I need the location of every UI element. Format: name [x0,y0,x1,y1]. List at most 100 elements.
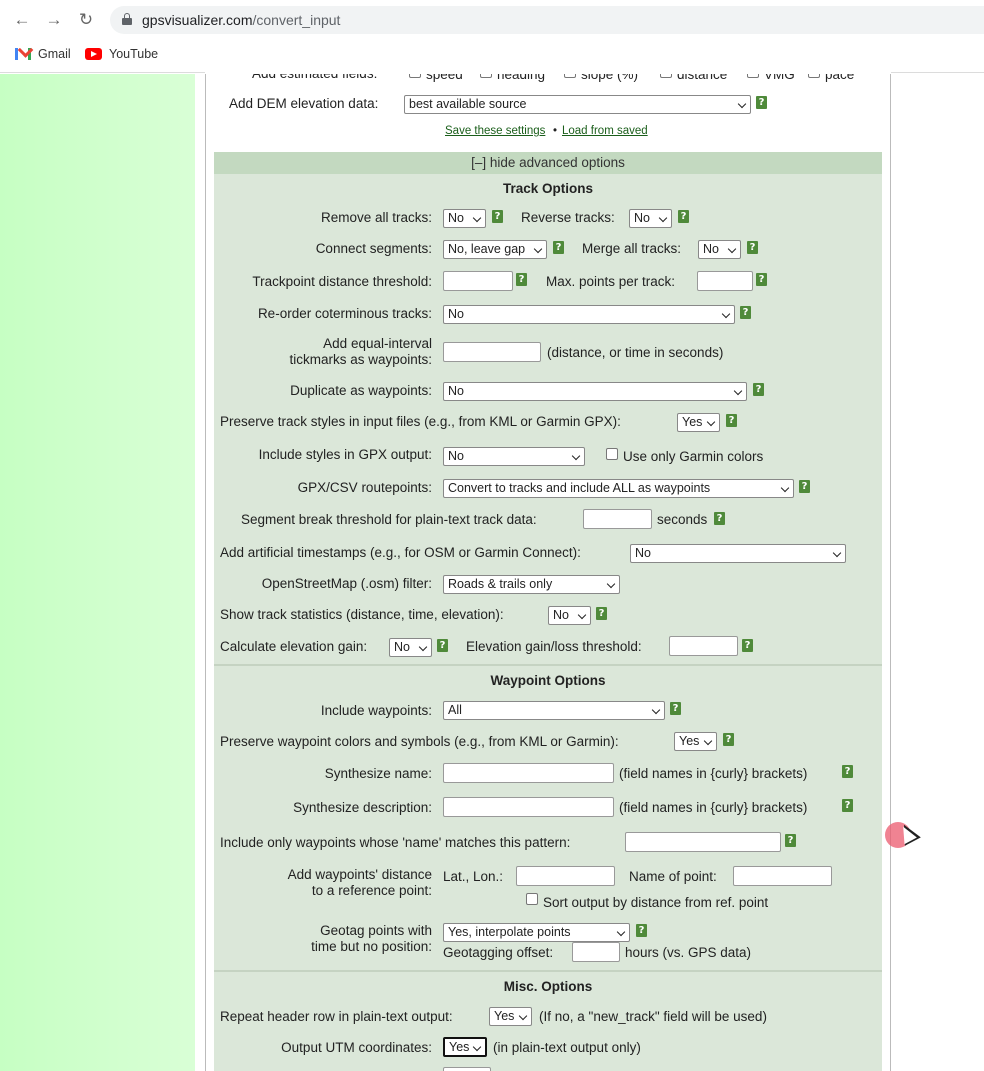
segment-break-input[interactable] [583,509,652,529]
reference-point-label-line2: to a reference point: [311,883,432,898]
geotagging-offset-unit: hours (vs. GPS data) [625,945,752,960]
name-pattern-help-icon[interactable]: ? [785,834,796,847]
routepoints-label: GPX/CSV routepoints: [297,480,432,495]
page-gutter [195,74,205,1071]
repeat-header-select[interactable]: Yes [489,1007,532,1026]
synthesize-description-note: (field names in {curly} brackets) [619,800,808,815]
max-points-input[interactable] [697,271,753,291]
save-settings-link[interactable]: Save these settings [445,125,545,137]
hide-advanced-toggle[interactable]: [–] hide advanced options [214,152,882,174]
tickmarks-label: Add equal-interval tickmarks as waypoint… [250,336,432,368]
repeat-header-note: (If no, a "new_track" field will be used… [539,1009,767,1024]
duplicate-waypoints-select[interactable]: No [443,382,747,401]
back-arrow-icon[interactable]: ← [11,9,33,31]
utm-coordinates-select[interactable]: Yes [443,1037,487,1057]
duplicate-waypoints-help-icon[interactable]: ? [753,383,764,396]
remove-tracks-help-icon[interactable]: ? [492,210,503,223]
include-waypoints-help-icon[interactable]: ? [670,702,681,715]
elevation-threshold-help-icon[interactable]: ? [742,639,753,652]
preserve-waypoint-colors-select[interactable]: Yes [674,732,717,751]
distance-threshold-help-icon[interactable]: ? [516,273,527,286]
include-waypoints-select[interactable]: All [443,701,665,720]
osm-filter-label: OpenStreetMap (.osm) filter: [261,576,432,591]
reverse-tracks-select[interactable]: No [629,209,672,228]
bookmark-gmail[interactable]: Gmail [15,44,71,64]
distance-threshold-label: Trackpoint distance threshold: [252,274,432,289]
link-separator: • [553,125,558,137]
max-points-label: Max. points per track: [546,274,676,289]
synthesize-name-label: Synthesize name: [324,766,432,781]
address-bar[interactable]: gpsvisualizer.com/convert_input [110,6,984,34]
waypoint-options-title: Waypoint Options [490,673,606,688]
timestamps-label: Add artificial timestamps (e.g., for OSM… [220,545,581,560]
track-statistics-help-icon[interactable]: ? [596,607,607,620]
connect-segments-help-icon[interactable]: ? [553,241,564,254]
reorder-tracks-select[interactable]: No [443,305,735,324]
include-waypoints-label: Include waypoints: [320,703,432,718]
next-row-input[interactable] [443,1067,491,1071]
remove-tracks-select[interactable]: No [443,209,486,228]
latlon-input[interactable] [516,866,615,886]
point-name-label: Name of point: [629,869,717,884]
bookmark-label: YouTube [109,47,159,61]
name-pattern-label: Include only waypoints whose 'name' matc… [220,835,571,850]
timestamps-select[interactable]: No [630,544,846,563]
dem-help-icon[interactable]: ? [756,96,767,109]
elevation-gain-help-icon[interactable]: ? [437,639,448,652]
preserve-waypoint-colors-help-icon[interactable]: ? [723,733,734,746]
preserve-track-styles-select[interactable]: Yes [677,413,720,432]
distance-threshold-input[interactable] [443,271,513,291]
reverse-tracks-help-icon[interactable]: ? [678,210,689,223]
track-statistics-select[interactable]: No [548,606,591,625]
geotagging-offset-label: Geotagging offset: [443,945,554,960]
elevation-gain-label: Calculate elevation gain: [220,639,368,654]
dem-label: Add DEM elevation data: [229,96,379,111]
connect-segments-select[interactable]: No, leave gap [443,240,547,259]
routepoints-select[interactable]: Convert to tracks and include ALL as way… [443,479,794,498]
garmin-colors-checkbox[interactable] [606,448,618,460]
merge-tracks-select[interactable]: No [698,240,741,259]
segment-break-help-icon[interactable]: ? [714,512,725,525]
geotag-help-icon[interactable]: ? [636,924,647,937]
name-pattern-input[interactable] [625,832,781,852]
point-name-input[interactable] [733,866,832,886]
synthesize-name-input[interactable] [443,763,614,783]
tickmarks-input[interactable] [443,342,541,362]
routepoints-help-icon[interactable]: ? [799,480,810,493]
elevation-threshold-input[interactable] [669,636,738,656]
track-statistics-label: Show track statistics (distance, time, e… [220,607,504,622]
dem-select[interactable]: best available source [404,95,751,114]
tickmarks-label-line1: Add equal-interval [323,336,432,351]
bookmark-youtube[interactable]: YouTube [85,44,158,64]
merge-tracks-help-icon[interactable]: ? [747,241,758,254]
preserve-track-styles-help-icon[interactable]: ? [726,414,737,427]
section-divider [214,664,882,666]
reorder-tracks-label: Re-order coterminous tracks: [257,306,432,321]
geotagging-offset-input[interactable] [572,942,620,962]
right-background [891,74,984,1071]
reload-icon[interactable]: ↻ [75,9,97,31]
reorder-tracks-help-icon[interactable]: ? [740,306,751,319]
tickmarks-label-line2: tickmarks as waypoints: [289,352,432,367]
forward-arrow-icon[interactable]: → [43,9,65,31]
remove-tracks-label: Remove all tracks: [320,210,432,225]
include-styles-select[interactable]: No [443,447,585,466]
synthesize-description-label: Synthesize description: [293,800,432,815]
geotag-select[interactable]: Yes, interpolate points [443,923,630,942]
duplicate-waypoints-label: Duplicate as waypoints: [290,383,432,398]
geotag-label-line1: Geotag points with [320,923,432,938]
synthesize-description-help-icon[interactable]: ? [842,799,853,812]
elevation-gain-select[interactable]: No [389,638,432,657]
lock-icon [122,13,132,25]
load-settings-link[interactable]: Load from saved [562,125,648,137]
synthesize-name-note: (field names in {curly} brackets) [619,766,808,781]
synthesize-description-input[interactable] [443,797,614,817]
reference-point-label: Add waypoints' distance to a reference p… [250,867,432,899]
osm-filter-select[interactable]: Roads & trails only [443,575,620,594]
preserve-track-styles-label: Preserve track styles in input files (e.… [220,414,621,429]
sort-by-distance-label: Sort output by distance from ref. point [543,895,769,910]
max-points-help-icon[interactable]: ? [756,273,767,286]
sort-by-distance-checkbox[interactable] [526,893,538,905]
geotag-label-line2: time but no position: [311,939,432,954]
synthesize-name-help-icon[interactable]: ? [842,765,853,778]
